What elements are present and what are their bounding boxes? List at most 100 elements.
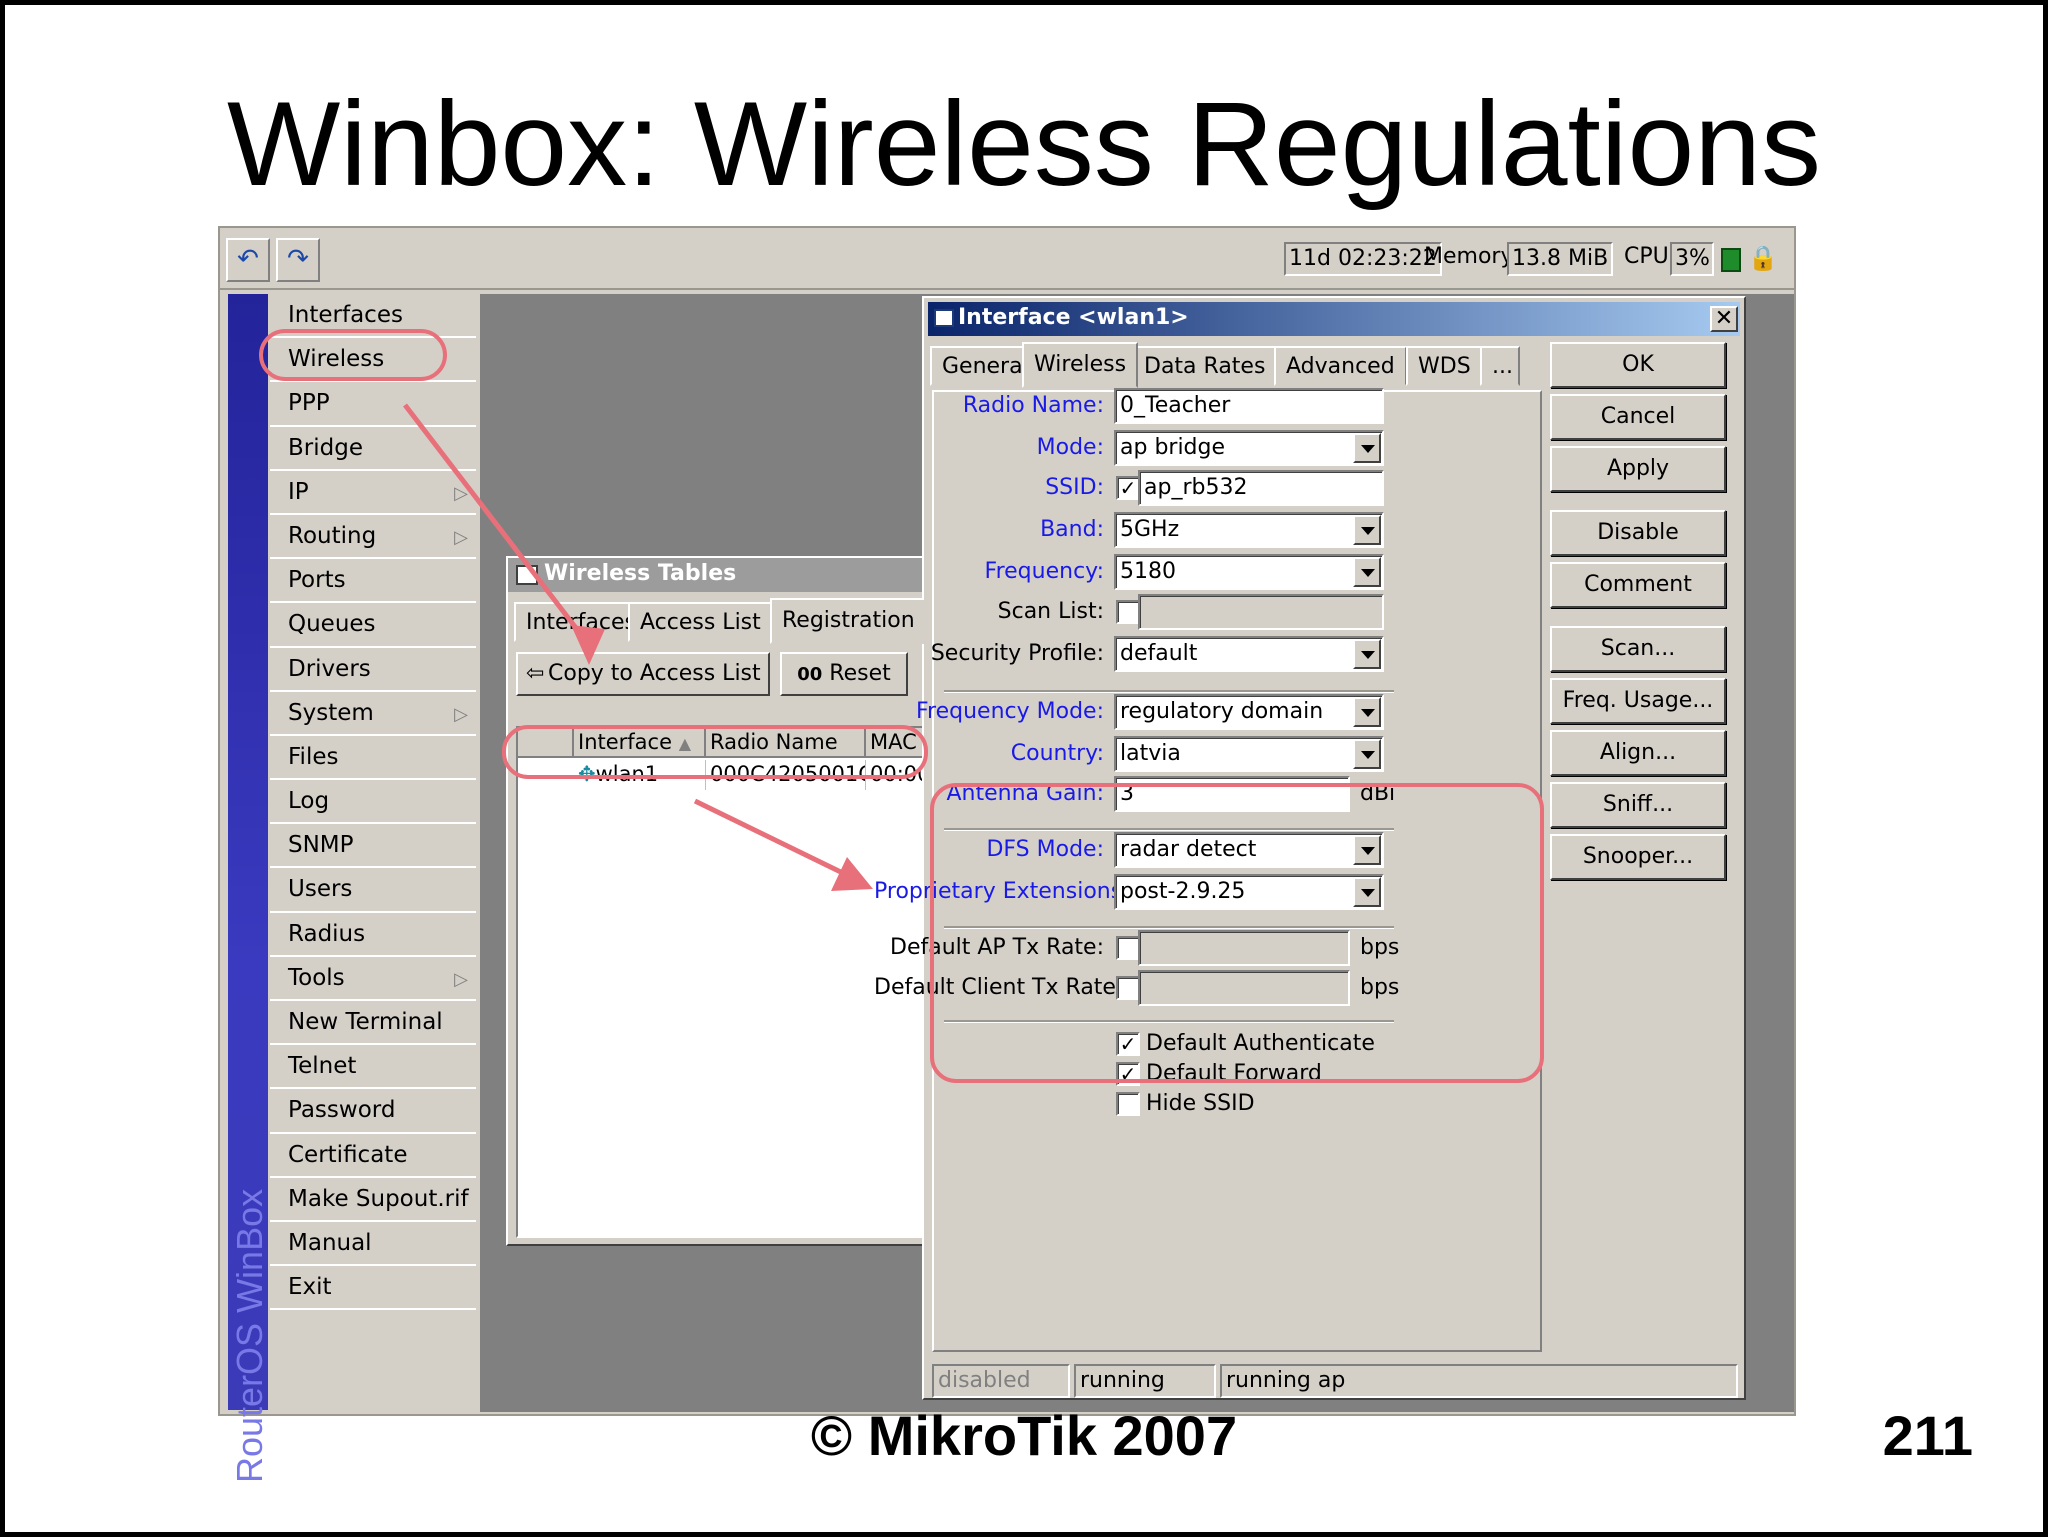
ssid-checkbox[interactable]: ✓ <box>1116 476 1140 500</box>
sidebar-item-system[interactable]: System ▷ <box>270 692 476 736</box>
divider <box>944 690 1394 693</box>
sniff-button[interactable]: Sniff... <box>1550 782 1726 828</box>
chevron-down-icon[interactable] <box>1353 433 1381 463</box>
sidebar-item-label: Manual <box>288 1229 372 1256</box>
sidebar-item-label: Make Supout.rif <box>288 1185 469 1212</box>
undo-icon: ↶ <box>237 244 259 274</box>
sidebar-item-label: Queues <box>288 611 376 638</box>
sidebar-item-label: SNMP <box>288 832 354 859</box>
sidebar-item-tools[interactable]: Tools ▷ <box>270 957 476 1001</box>
country-select[interactable]: latvia <box>1114 736 1384 772</box>
reset-icon: 00 <box>797 664 823 685</box>
security-profile-select[interactable]: default <box>1114 636 1384 672</box>
tab-wireless[interactable]: Wireless <box>1022 342 1139 388</box>
sidebar-item-telnet[interactable]: Telnet <box>270 1045 476 1090</box>
annotation-regulatory-settings <box>930 783 1544 1083</box>
sidebar-item-exit[interactable]: Exit <box>270 1266 476 1311</box>
sidebar-item-snmp[interactable]: SNMP <box>270 824 476 869</box>
sidebar-item-ip[interactable]: IP ▷ <box>270 471 476 515</box>
mode-label: Mode: <box>1036 435 1104 460</box>
redo-button[interactable]: ↷ <box>276 238 320 282</box>
sidebar-menu: Interfaces Wireless PPP Bridge IP ▷ Routing ▷ Po… <box>270 294 476 1311</box>
radio-name-input[interactable]: 0_Teacher <box>1114 388 1384 424</box>
sidebar-item-users[interactable]: Users <box>270 868 476 913</box>
slide-title: Winbox: Wireless Regulations <box>227 77 1821 211</box>
sidebar-item-label: Interfaces <box>288 302 403 328</box>
sidebar-item-routing[interactable]: Routing ▷ <box>270 515 476 560</box>
sidebar-item-ports[interactable]: Ports <box>270 559 476 604</box>
ok-button[interactable]: OK <box>1550 342 1726 388</box>
frequency-mode-select[interactable]: regulatory domain <box>1114 694 1384 730</box>
chevron-down-icon[interactable] <box>1353 639 1381 669</box>
sidebar-item-ppp[interactable]: PPP <box>270 382 476 427</box>
band-select[interactable]: 5GHz <box>1114 512 1384 548</box>
chevron-down-icon[interactable] <box>1353 557 1381 587</box>
mode-select[interactable]: ap bridge <box>1114 430 1384 466</box>
tab-access-list[interactable]: Access List <box>628 602 773 642</box>
scan-button[interactable]: Scan... <box>1550 626 1726 672</box>
disable-button[interactable]: Disable <box>1550 510 1726 556</box>
sidebar-item-certificate[interactable]: Certificate <box>270 1134 476 1178</box>
wireless-tables-title: Wireless Tables <box>544 561 737 586</box>
undo-button[interactable]: ↶ <box>226 238 270 282</box>
frequency-mode-label: Frequency Mode: <box>916 699 1104 724</box>
ssid-input[interactable]: ap_rb532 <box>1138 470 1384 506</box>
sidebar-item-label: Password <box>288 1097 396 1124</box>
tab-more[interactable]: ... <box>1480 346 1520 386</box>
tab-advanced[interactable]: Advanced <box>1274 346 1407 386</box>
sidebar-item-bridge[interactable]: Bridge <box>270 427 476 471</box>
sidebar-item-password[interactable]: Password <box>270 1089 476 1134</box>
hide-ssid-checkbox[interactable] <box>1116 1092 1140 1116</box>
cpu-value: 3% <box>1670 242 1714 276</box>
scan-list-checkbox[interactable] <box>1116 600 1140 624</box>
close-button[interactable]: ✕ <box>1710 306 1738 332</box>
lock-icon: 🔒 <box>1748 244 1778 272</box>
radio-name-label: Radio Name: <box>962 393 1104 418</box>
chevron-down-icon[interactable] <box>1353 739 1381 769</box>
annotation-registration-row <box>502 725 928 779</box>
slide: Winbox: Wireless Regulations ↶ ↷ 11d 02:… <box>5 5 2043 1532</box>
sidebar-item-new-terminal[interactable]: New Terminal <box>270 1001 476 1046</box>
interface-titlebar[interactable]: Interface <wlan1> <box>928 302 1740 336</box>
chevron-down-icon[interactable] <box>1353 515 1381 545</box>
band-label: Band: <box>1040 517 1104 542</box>
sidebar-item-log[interactable]: Log <box>270 780 476 825</box>
wireless-tables-titlebar[interactable]: Wireless Tables <box>508 558 924 592</box>
status-running-ap: running ap <box>1220 1364 1738 1398</box>
tab-registration[interactable]: Registration <box>770 598 924 644</box>
sidebar-item-label: New Terminal <box>288 1009 443 1035</box>
sidebar-item-label: System <box>288 699 374 726</box>
frequency-select[interactable]: 5180 <box>1114 554 1384 590</box>
apply-button[interactable]: Apply <box>1550 446 1726 492</box>
sidebar-item-radius[interactable]: Radius <box>270 913 476 957</box>
comment-button[interactable]: Comment <box>1550 562 1726 608</box>
submenu-arrow-icon: ▷ <box>454 482 468 504</box>
chevron-down-icon[interactable] <box>1353 697 1381 727</box>
page-number: 211 <box>1882 1404 1973 1467</box>
brand-bar: RouterOS WinBox <box>228 294 270 1483</box>
scan-list-input[interactable] <box>1138 594 1384 630</box>
submenu-arrow-icon: ▷ <box>454 703 468 725</box>
tab-wds[interactable]: WDS <box>1406 346 1483 386</box>
sidebar-item-label: Drivers <box>288 655 371 682</box>
wireless-tables-window: Wireless Tables Interfaces Access List R… <box>506 556 926 1246</box>
sidebar-item-manual[interactable]: Manual <box>270 1222 476 1267</box>
sidebar-item-make-supout-rif[interactable]: Make Supout.rif <box>270 1178 476 1222</box>
tab-data-rates[interactable]: Data Rates <box>1132 346 1278 386</box>
interface-window-title: Interface <wlan1> <box>958 305 1189 330</box>
memory-label: Memory: <box>1424 244 1520 269</box>
sidebar-item-files[interactable]: Files <box>270 736 476 781</box>
redo-icon: ↷ <box>287 244 309 274</box>
freq-usage-button[interactable]: Freq. Usage... <box>1550 678 1726 724</box>
status-indicator-icon <box>1721 248 1741 272</box>
brand-text: RouterOS WinBox <box>229 1188 270 1483</box>
cancel-button[interactable]: Cancel <box>1550 394 1726 440</box>
copy-arrow-icon: ⇦ <box>526 661 545 686</box>
annotation-wireless-menu <box>259 329 447 381</box>
sidebar-item-drivers[interactable]: Drivers <box>270 648 476 692</box>
align-button[interactable]: Align... <box>1550 730 1726 776</box>
copy-to-access-list-button[interactable]: ⇦ Copy to Access List <box>516 652 770 696</box>
sidebar-item-queues[interactable]: Queues <box>270 603 476 648</box>
sidebar-item-label: Log <box>288 788 330 815</box>
snooper-button[interactable]: Snooper... <box>1550 834 1726 880</box>
